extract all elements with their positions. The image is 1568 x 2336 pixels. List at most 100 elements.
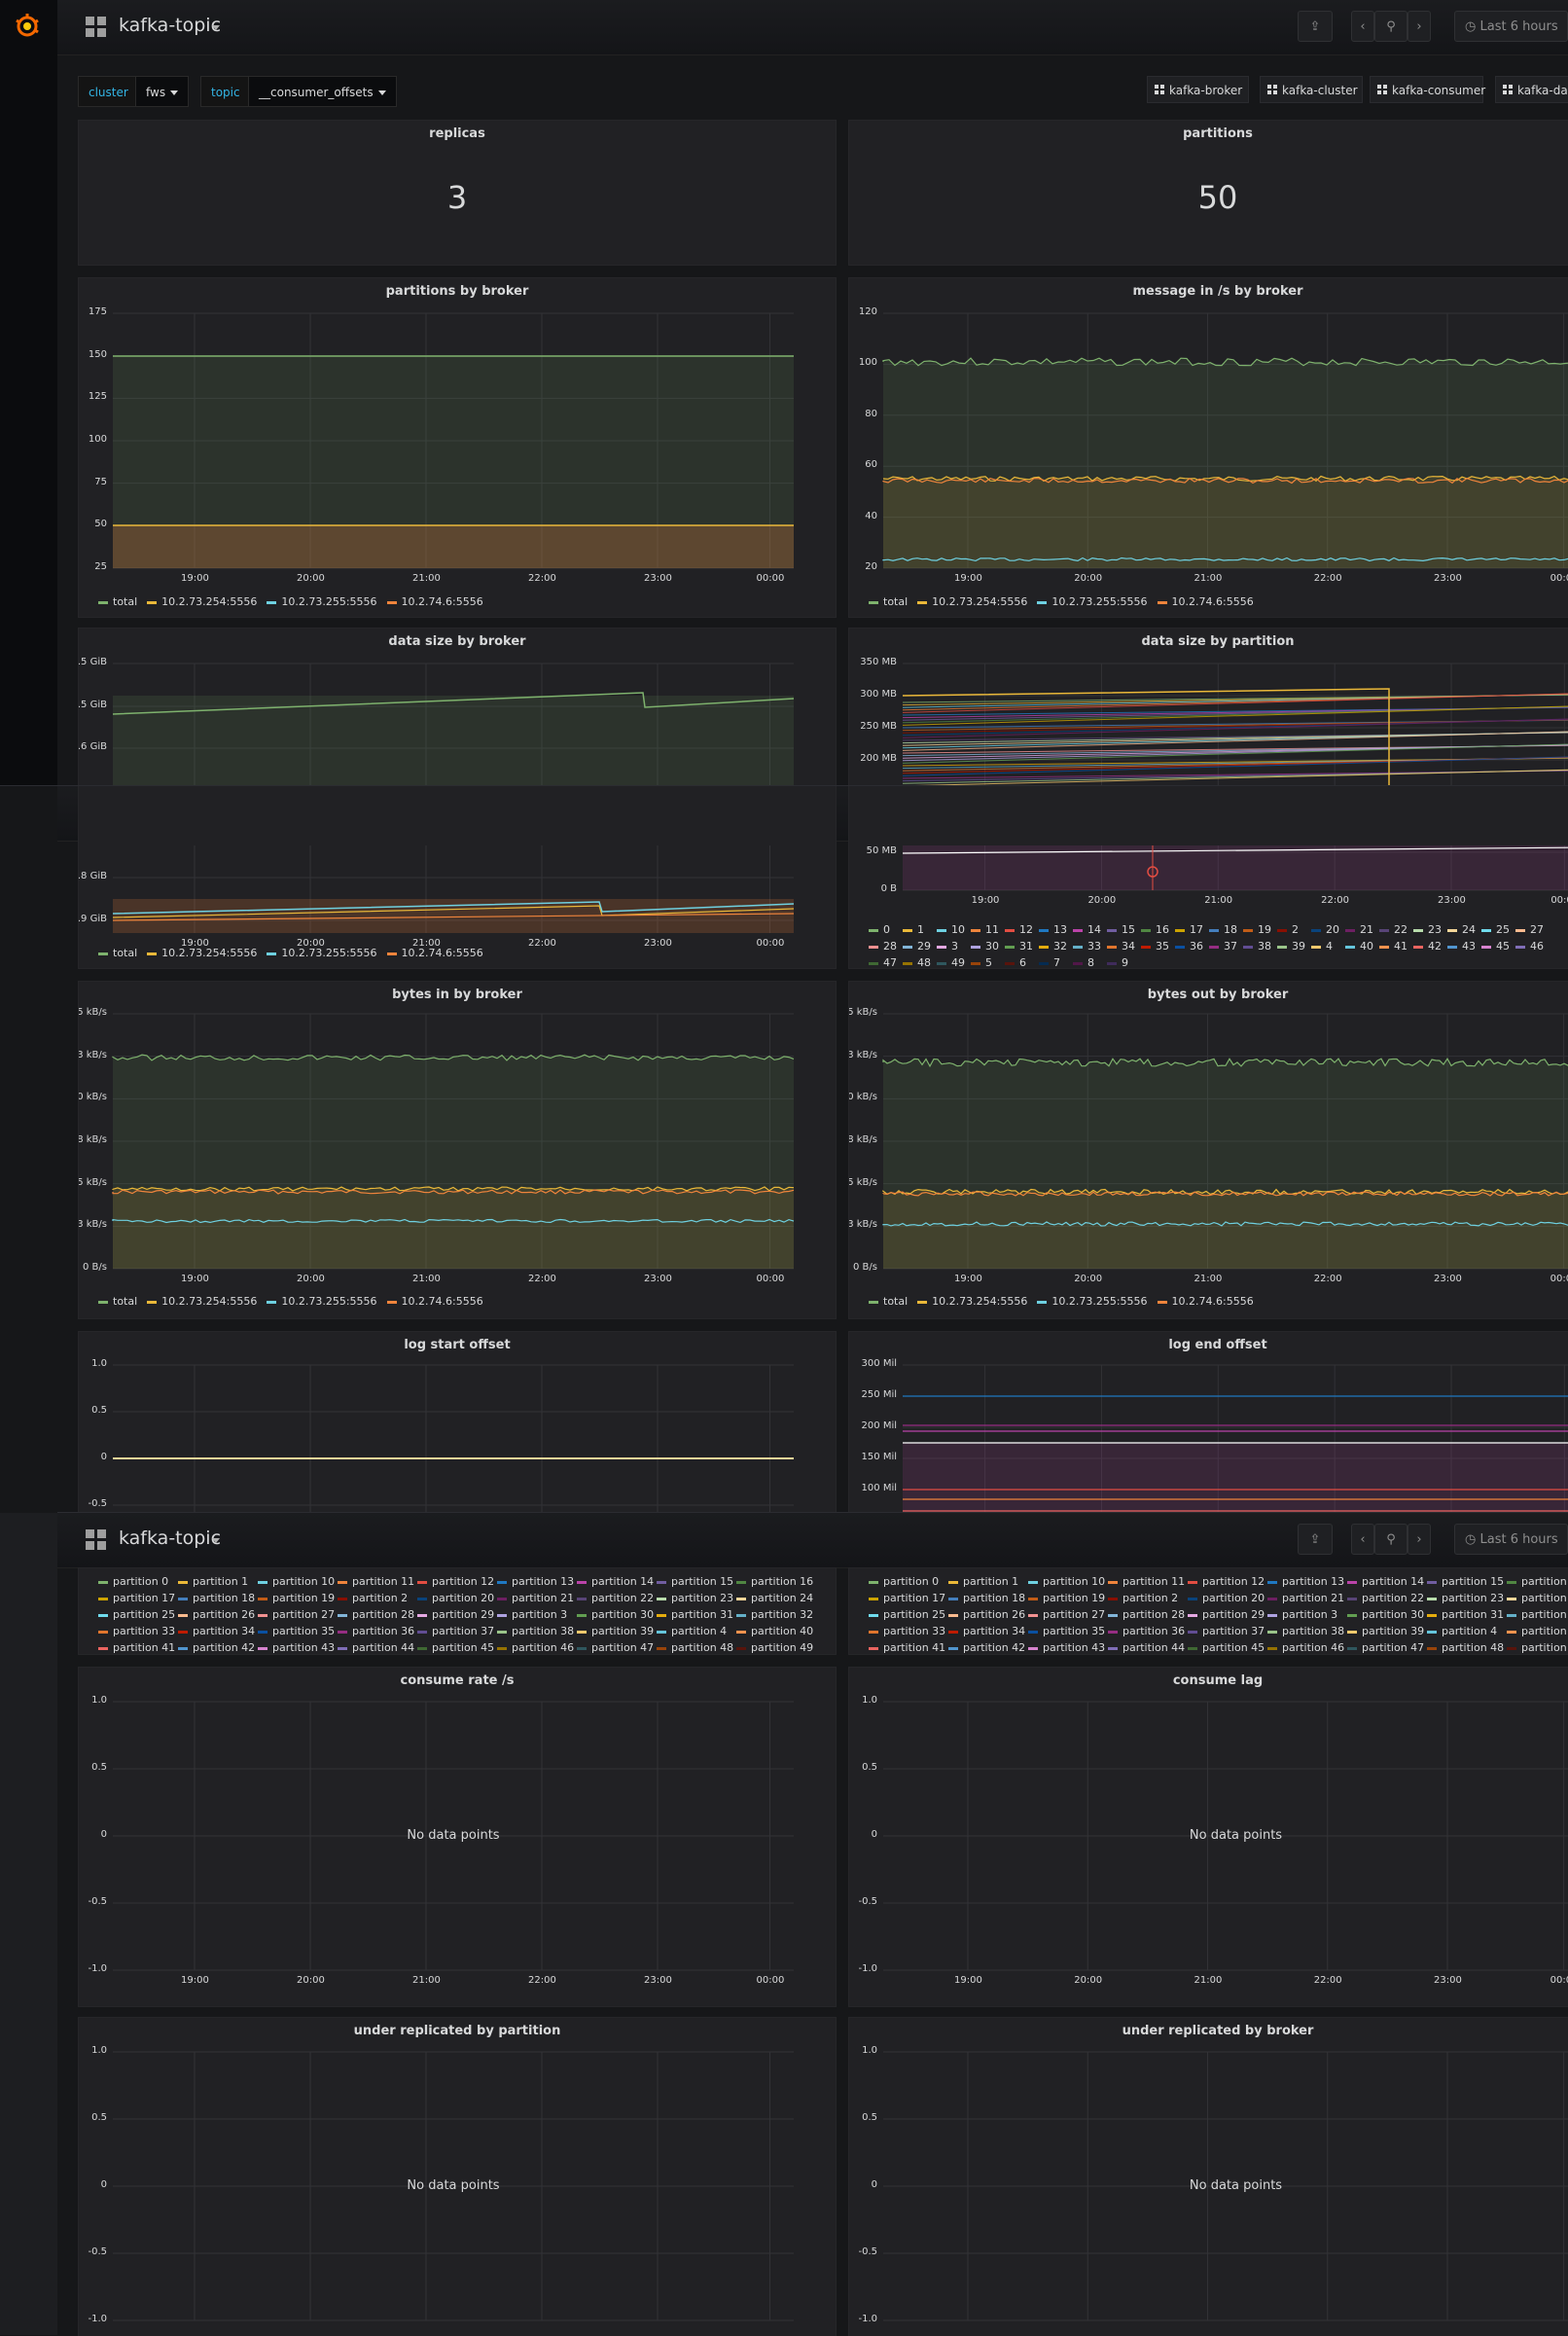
legend-item[interactable]: partition 3 [1267, 1608, 1337, 1621]
legend-item[interactable]: 35 [1141, 940, 1169, 952]
legend-item[interactable]: partition 0 [869, 1575, 939, 1588]
legend-item[interactable]: partition 16 [736, 1575, 813, 1588]
legend-item[interactable]: partition 18 [948, 1592, 1025, 1604]
legend-item[interactable]: partition 38 [1267, 1625, 1344, 1637]
legend-item[interactable]: partition 16 [1507, 1575, 1568, 1588]
panel-title[interactable]: data size by partition [849, 634, 1568, 649]
legend-item[interactable]: partition 41 [98, 1641, 175, 1654]
legend-item[interactable]: partition 43 [258, 1641, 335, 1654]
legend-item[interactable]: 0 [869, 923, 890, 936]
dashboard-link-kafka-broker[interactable]: kafka-broker [1147, 76, 1249, 103]
graph-plot[interactable] [113, 312, 794, 569]
legend-item[interactable]: partition 15 [1427, 1575, 1504, 1588]
legend-item[interactable]: 13 [1039, 923, 1067, 936]
legend-item[interactable]: partition 35 [258, 1625, 335, 1637]
legend-item[interactable]: partition 20 [417, 1592, 494, 1604]
title-chevron-down-icon[interactable] [212, 25, 220, 30]
graph-plot[interactable] [882, 1013, 1568, 1270]
legend-item[interactable]: 28 [869, 940, 897, 952]
legend-item[interactable]: partition 42 [948, 1641, 1025, 1654]
time-range-picker[interactable]: ◷ Last 6 hours [1454, 1524, 1568, 1555]
legend-item[interactable]: partition 2 [338, 1592, 408, 1604]
legend-item[interactable]: partition 28 [338, 1608, 414, 1621]
legend-item[interactable]: 33 [1073, 940, 1101, 952]
legend-item[interactable]: partition 46 [497, 1641, 574, 1654]
legend-item[interactable]: 19 [1243, 923, 1271, 936]
legend-item[interactable]: 10.2.74.6:5556 [386, 1295, 483, 1308]
legend-item[interactable]: partition 27 [258, 1608, 335, 1621]
legend-item[interactable]: 37 [1209, 940, 1237, 952]
legend-item[interactable]: 47 [869, 956, 897, 968]
legend-item[interactable]: partition 21 [497, 1592, 574, 1604]
share-button[interactable]: ⇪ [1298, 11, 1333, 42]
graph-plot[interactable] [882, 312, 1568, 569]
legend-item[interactable]: 30 [971, 940, 999, 952]
panel-title[interactable]: log end offset [849, 1338, 1568, 1352]
legend-item[interactable]: 43 [1447, 940, 1476, 952]
legend-item[interactable]: partition 14 [1347, 1575, 1424, 1588]
legend-item[interactable]: partition 41 [869, 1641, 945, 1654]
panel-title[interactable]: consume rate /s [79, 1673, 836, 1688]
graph-plot[interactable] [112, 1013, 795, 1270]
grafana-logo-icon[interactable] [13, 12, 42, 41]
legend-item[interactable]: 14 [1073, 923, 1101, 936]
legend-item[interactable]: 15 [1107, 923, 1135, 936]
legend-item[interactable]: total [98, 595, 137, 608]
legend-item[interactable]: 31 [1005, 940, 1033, 952]
legend-item[interactable]: partition 12 [417, 1575, 494, 1588]
legend-item[interactable]: 25 [1481, 923, 1510, 936]
legend-item[interactable]: partition 24 [1507, 1592, 1568, 1604]
time-range-picker[interactable]: ◷ Last 6 hours [1454, 11, 1568, 42]
legend-item[interactable]: 2 [1277, 923, 1299, 936]
legend-item[interactable]: partition 33 [98, 1625, 175, 1637]
graph-plot[interactable] [902, 845, 1568, 891]
legend-item[interactable]: 10.2.73.254:5556 [147, 595, 257, 608]
legend-item[interactable]: partition 20 [1188, 1592, 1265, 1604]
legend-item[interactable]: 10.2.73.255:5556 [267, 595, 377, 608]
legend-item[interactable]: partition 10 [1028, 1575, 1105, 1588]
legend-item[interactable]: 10 [937, 923, 965, 936]
legend-item[interactable]: partition 44 [338, 1641, 414, 1654]
legend-item[interactable]: 45 [1481, 940, 1510, 952]
legend-item[interactable]: partition 43 [1028, 1641, 1105, 1654]
legend-item[interactable]: partition 11 [1108, 1575, 1185, 1588]
zoom-out-button[interactable]: ⚲ [1374, 11, 1408, 42]
legend-item[interactable]: 10.2.73.255:5556 [267, 1295, 377, 1308]
legend-item[interactable]: 32 [1039, 940, 1067, 952]
panel-title[interactable]: bytes in by broker [79, 988, 836, 1002]
legend-item[interactable]: 5 [971, 956, 992, 968]
legend-item[interactable]: partition 13 [1267, 1575, 1344, 1588]
legend-item[interactable]: 10.2.74.6:5556 [386, 595, 483, 608]
panel-title[interactable]: under replicated by partition [79, 2024, 836, 2038]
legend-item[interactable]: partition 17 [98, 1592, 175, 1604]
panel-title[interactable]: under replicated by broker [849, 2024, 1568, 2038]
legend-item[interactable]: 29 [903, 940, 931, 952]
legend-item[interactable]: partition 19 [1028, 1592, 1105, 1604]
legend-item[interactable]: 38 [1243, 940, 1271, 952]
panel-title[interactable]: partitions by broker [79, 284, 836, 299]
graph-plot[interactable] [903, 1364, 1568, 1513]
legend-item[interactable]: partition 39 [577, 1625, 654, 1637]
legend-item[interactable]: 1 [903, 923, 924, 936]
legend-item[interactable]: partition 22 [577, 1592, 654, 1604]
legend-item[interactable]: partition 21 [1267, 1592, 1344, 1604]
legend-item[interactable]: partition 29 [1188, 1608, 1265, 1621]
legend-item[interactable]: 40 [1345, 940, 1373, 952]
legend-item[interactable]: 4 [1311, 940, 1333, 952]
legend-item[interactable]: partition 33 [869, 1625, 945, 1637]
graph-plot[interactable] [902, 663, 1568, 785]
time-back-button[interactable]: ‹ [1351, 11, 1374, 42]
legend-item[interactable]: partition 45 [1188, 1641, 1265, 1654]
legend-item[interactable]: partition 13 [497, 1575, 574, 1588]
legend-item[interactable]: partition 46 [1267, 1641, 1344, 1654]
panel-title[interactable]: data size by broker [79, 634, 836, 649]
legend-item[interactable]: partition 48 [1427, 1641, 1504, 1654]
legend-item[interactable]: 39 [1277, 940, 1305, 952]
legend-item[interactable]: 49 [937, 956, 965, 968]
legend-item[interactable]: 10.2.73.254:5556 [147, 947, 257, 959]
legend-item[interactable]: 23 [1413, 923, 1442, 936]
legend-item[interactable]: partition 45 [417, 1641, 494, 1654]
dashboard-link-kafka-dash[interactable]: kafka-dash [1495, 76, 1568, 103]
legend-item[interactable]: 20 [1311, 923, 1339, 936]
legend-item[interactable]: 3 [937, 940, 958, 952]
